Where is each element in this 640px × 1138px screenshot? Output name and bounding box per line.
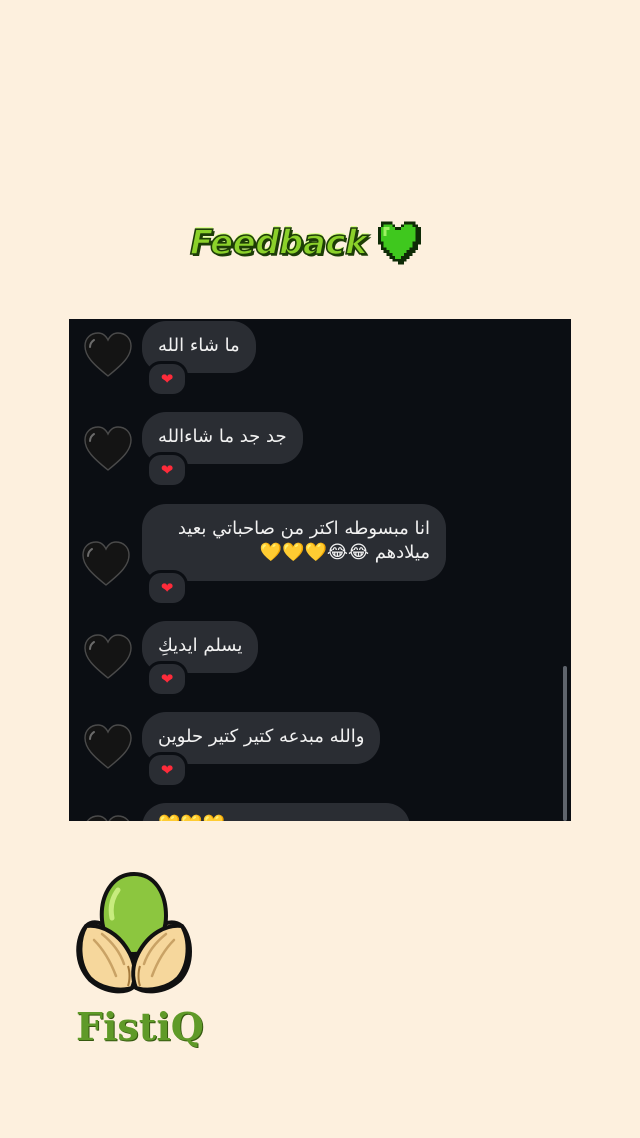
heart-reaction[interactable]: ❤ [146, 661, 188, 697]
feedback-title-text: Feedback [189, 222, 368, 264]
scrollbar[interactable] [563, 666, 567, 821]
brand-name: FistiQ [76, 1004, 204, 1049]
black-heart-icon [82, 541, 130, 586]
heart-reaction[interactable]: ❤ [146, 452, 188, 488]
message-text: جد جد ما شاءالله [158, 426, 287, 447]
message-bubble[interactable]: انا مبسوطه اكتر من صاحباتي بعيد ميلادهم … [142, 504, 446, 581]
red-heart-icon: ❤ [160, 370, 174, 388]
black-heart-icon [84, 426, 132, 471]
green-heart-icon [377, 221, 422, 265]
chat-screenshot: ما شاء الله ❤ جد جد ما شاءالله ❤ انا مبس… [69, 319, 571, 821]
message-bubble[interactable]: 💛💛💛 [142, 803, 410, 821]
message-text: والله مبدعه كتير كتير حلوين [158, 726, 365, 747]
message-text-line1: انا مبسوطه اكتر من صاحباتي بعيد [177, 518, 430, 539]
black-heart-icon [86, 815, 130, 821]
heart-reaction[interactable]: ❤ [146, 361, 188, 397]
black-heart-icon [84, 332, 132, 377]
message-text: ما شاء الله [158, 335, 240, 356]
heart-reaction[interactable]: ❤ [146, 570, 188, 606]
red-heart-icon: ❤ [160, 761, 174, 779]
message-text: 💛💛💛 [158, 814, 225, 821]
red-heart-icon: ❤ [160, 461, 174, 479]
pistachio-logo-icon [72, 868, 196, 998]
red-heart-icon: ❤ [160, 579, 174, 597]
feedback-title: Feedback [189, 218, 422, 268]
heart-reaction[interactable]: ❤ [146, 752, 188, 788]
black-heart-icon [84, 634, 132, 679]
message-text: يسلم ايديكِ [158, 635, 243, 656]
red-heart-icon: ❤ [160, 670, 174, 688]
black-heart-icon [84, 724, 132, 769]
message-text-line2: ميلادهم 😂😂💛💛💛 [259, 542, 430, 563]
